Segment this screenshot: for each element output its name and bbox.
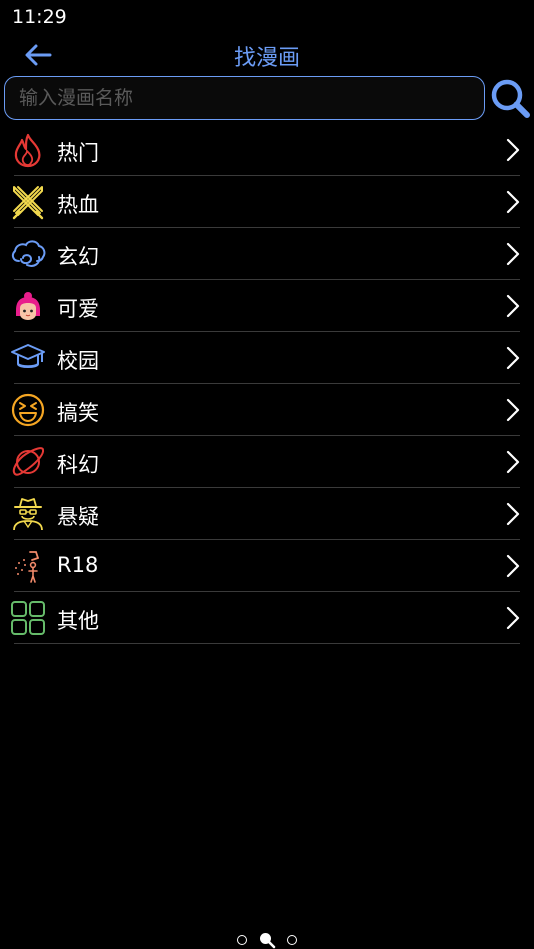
chevron-right-icon [506,190,520,214]
category-label: 校园 [57,349,99,373]
planet-icon [12,447,45,476]
chevron-right-icon [506,398,520,422]
header: 找漫画 [0,36,534,74]
status-time: 11:29 [12,6,67,28]
category-item-cute[interactable]: 可爱 [0,280,534,332]
category-item-comedy[interactable]: 搞笑 [0,384,534,436]
category-label: 热门 [57,141,99,165]
category-label: 悬疑 [57,505,99,529]
category-item-fantasy[interactable]: 玄幻 [0,228,534,280]
page-dot[interactable] [287,934,298,945]
flame-icon [14,133,41,168]
chevron-right-icon [506,294,520,318]
chevron-right-icon [506,242,520,266]
category-item-action[interactable]: 热血 [0,176,534,228]
category-label: 搞笑 [57,401,99,425]
cute-girl-icon [16,292,40,320]
category-label: 科幻 [57,453,99,477]
category-label: 其他 [57,609,99,633]
category-label: 可爱 [57,297,99,321]
category-item-hot[interactable]: 热门 [0,124,534,176]
chevron-right-icon [506,138,520,162]
page-dot[interactable] [236,934,247,945]
search-page-icon[interactable] [258,931,276,949]
search-icon [491,79,530,118]
category-item-other[interactable]: 其他 [0,592,534,644]
page-title: 找漫画 [233,46,300,71]
category-list: 热门 热血 玄幻 可爱 校园 搞笑 科幻 悬疑 R18 其他 [0,124,534,644]
category-item-campus[interactable]: 校园 [0,332,534,384]
divider [14,643,520,644]
search-bar [0,74,534,124]
search-input[interactable] [4,76,485,120]
page-indicator [0,929,534,949]
chevron-right-icon [506,606,520,630]
category-label: 玄幻 [57,245,99,269]
chevron-right-icon [506,346,520,370]
laughing-face-icon [11,393,45,427]
chevron-right-icon [506,450,520,474]
grid-icon [11,601,45,635]
chevron-right-icon [506,554,520,578]
status-bar: 11:29 [0,0,534,36]
category-item-r18[interactable]: R18 [0,540,534,592]
graduation-cap-icon [11,344,45,368]
category-label: 热血 [57,193,99,217]
shower-icon [15,551,39,583]
crossed-swords-icon [12,186,44,220]
category-label: R18 [57,553,99,577]
cloud-swirl-icon [11,240,46,267]
detective-icon [13,498,43,531]
search-button[interactable] [488,76,532,120]
category-item-scifi[interactable]: 科幻 [0,436,534,488]
category-item-mystery[interactable]: 悬疑 [0,488,534,540]
chevron-right-icon [506,502,520,526]
